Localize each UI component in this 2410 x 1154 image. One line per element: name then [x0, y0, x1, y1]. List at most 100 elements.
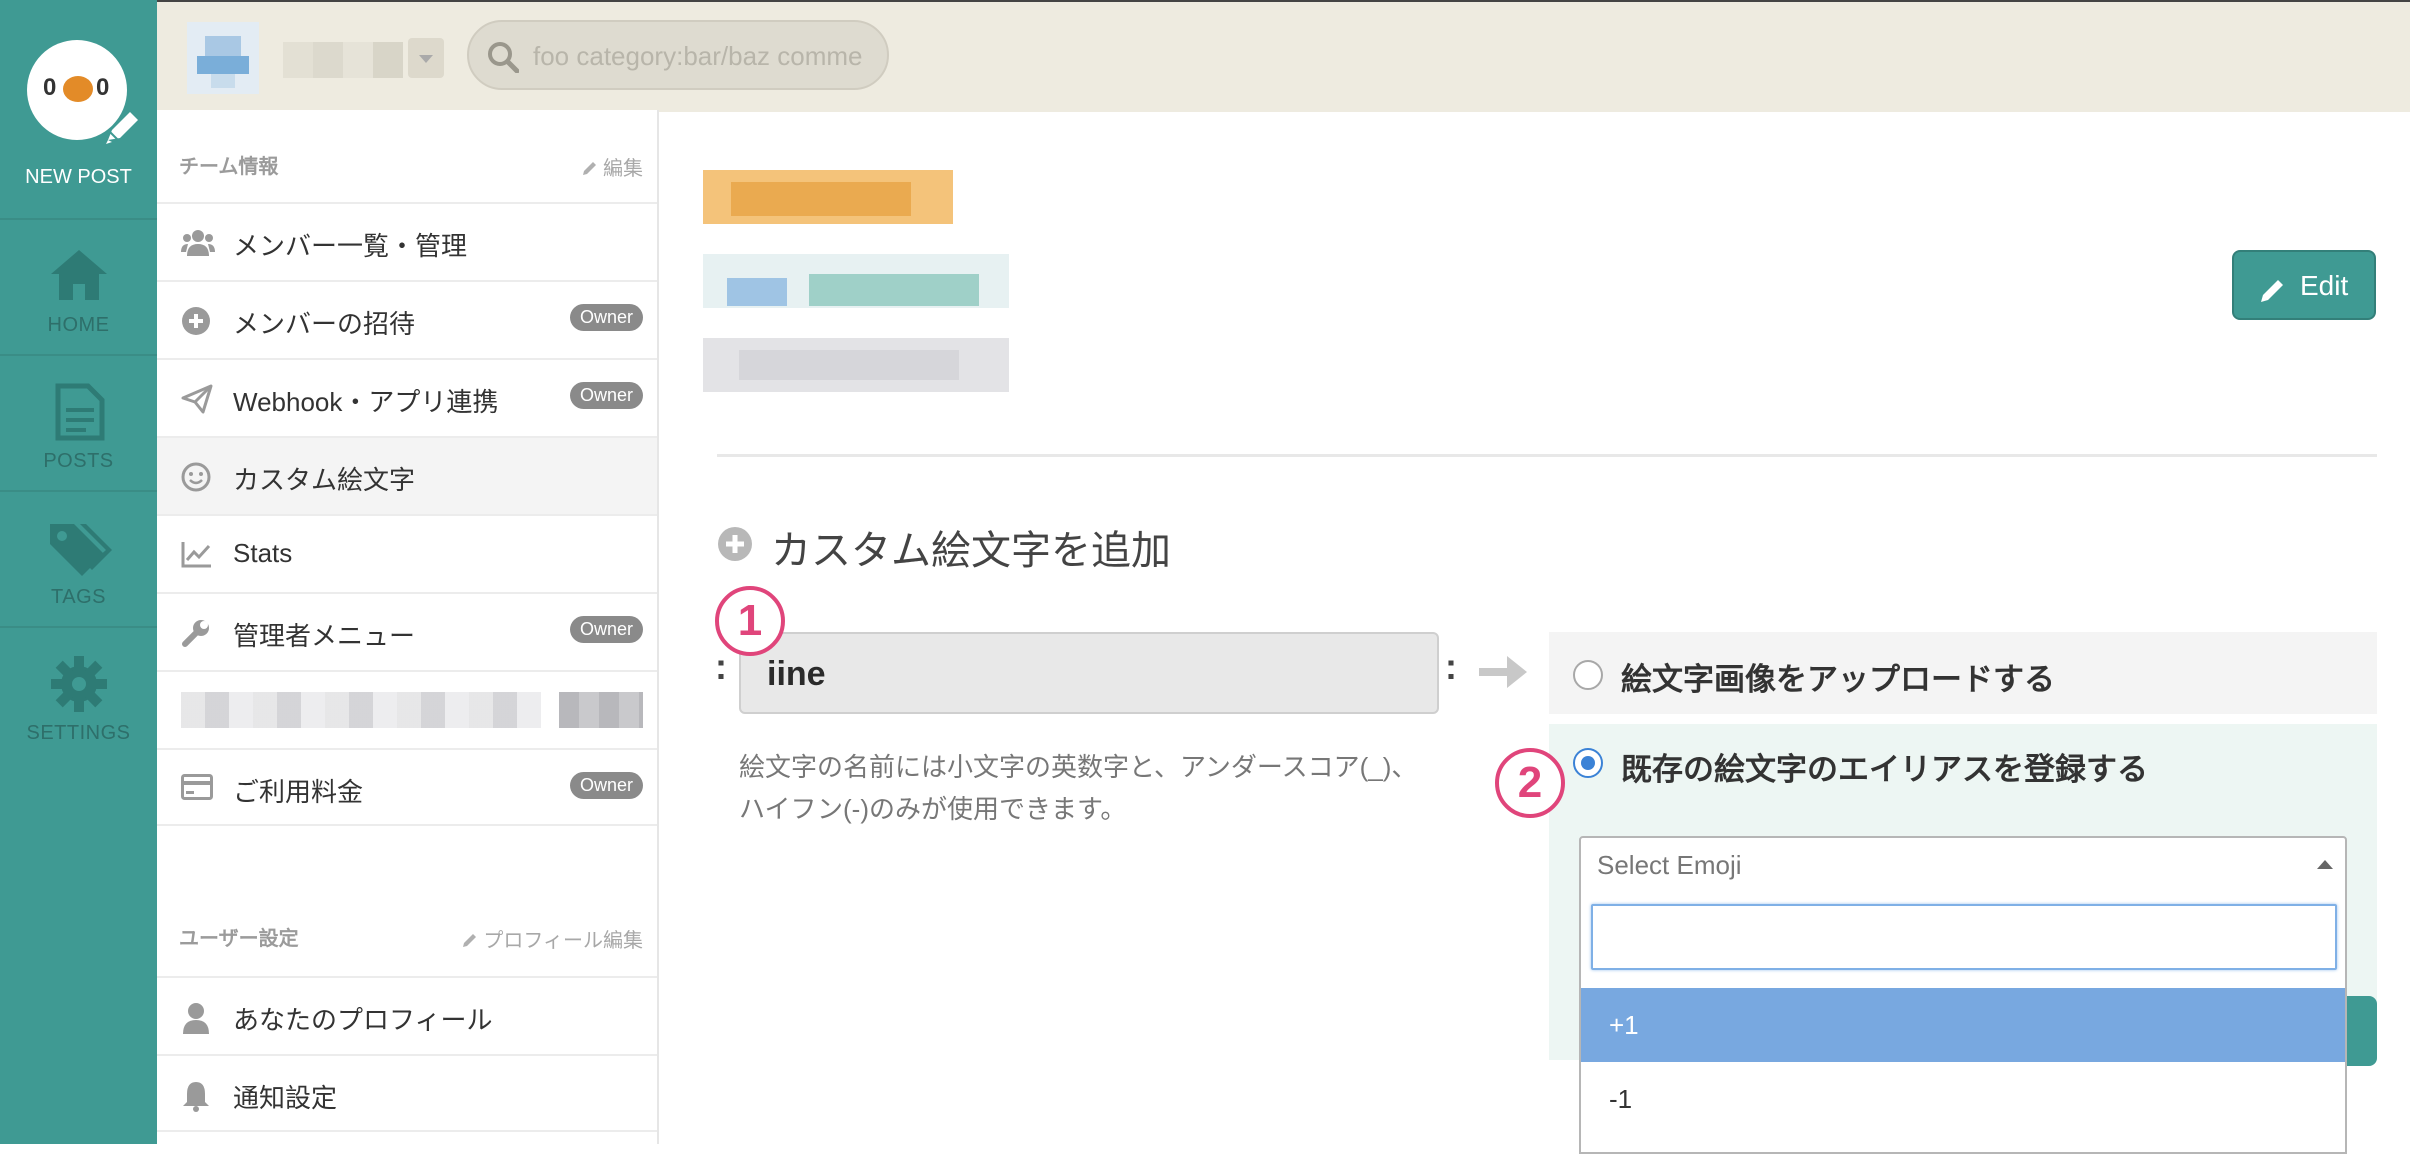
- redacted-label: [181, 692, 541, 728]
- radio-alias[interactable]: [1573, 748, 1603, 778]
- document-icon: [52, 382, 106, 442]
- emoji-name-helper-text: 絵文字の名前には小文字の英数字と、アンダースコア(_)、ハイフン(-)のみが使用…: [739, 752, 1418, 824]
- logo-text-left: 0: [43, 74, 57, 101]
- step-2-number: 2: [1517, 758, 1543, 807]
- rail-tags[interactable]: TAGS: [0, 490, 157, 626]
- sidebar-item-redacted[interactable]: [157, 670, 657, 748]
- section-divider: [717, 454, 2377, 457]
- user-settings-heading: ユーザー設定: [179, 928, 299, 950]
- team-edit-link[interactable]: 編集: [581, 152, 643, 181]
- owner-badge: Owner: [569, 382, 643, 409]
- plus-circle-icon: [718, 527, 752, 561]
- emoji-search-input[interactable]: [1603, 916, 2307, 958]
- profile-edit-link[interactable]: プロフィール編集: [461, 924, 643, 953]
- sidebar-item-label: あなたのプロフィール: [233, 1005, 493, 1035]
- rail-posts[interactable]: POSTS: [0, 354, 157, 490]
- plus-circle-icon: [181, 306, 211, 336]
- step-2-marker: 2: [1495, 748, 1565, 818]
- step-1-number: 1: [737, 596, 763, 645]
- option-upload-row[interactable]: 絵文字画像をアップロードする: [1549, 632, 2377, 714]
- emoji-dropdown: +1 -1: [1579, 892, 2347, 1154]
- emoji-select-placeholder: Select Emoji: [1597, 850, 1742, 880]
- sidebar-item-label: Stats: [233, 538, 293, 568]
- rail-home-label: HOME: [47, 314, 110, 336]
- sidebar-item-stats[interactable]: Stats: [157, 514, 657, 592]
- team-edit-label: 編集: [603, 158, 643, 180]
- caret-up-icon: [2317, 860, 2333, 869]
- edit-button-label: Edit: [2300, 270, 2349, 301]
- colon-right: :: [1445, 646, 1457, 687]
- team-name-blurred[interactable]: [283, 42, 403, 78]
- left-rail: 0 0 NEW POST HOME POSTS TAGS SETTINGS: [0, 0, 157, 1144]
- sidebar-item-invite[interactable]: メンバーの招待 Owner: [157, 280, 657, 358]
- search-input[interactable]: [531, 36, 865, 76]
- users-icon: [181, 228, 215, 258]
- sidebar-item-profile[interactable]: あなたのプロフィール: [157, 976, 657, 1054]
- dropdown-option-label: -1: [1609, 1084, 1633, 1114]
- sidebar-item-custom-emoji[interactable]: カスタム絵文字: [157, 436, 657, 514]
- sidebar-item-webhook[interactable]: Webhook・アプリ連携 Owner: [157, 358, 657, 436]
- home-icon: [47, 246, 111, 302]
- dropdown-option[interactable]: +1: [1581, 988, 2345, 1062]
- sidebar-item-label: メンバーの招待: [233, 309, 416, 339]
- team-info-heading: チーム情報: [179, 156, 279, 178]
- sidebar-item-notifications[interactable]: 通知設定: [157, 1054, 657, 1132]
- new-post-label[interactable]: NEW POST: [0, 166, 157, 189]
- colon-left: :: [715, 646, 727, 687]
- sidebar-item-label: 管理者メニュー: [233, 621, 416, 651]
- sidebar-item-admin-menu[interactable]: 管理者メニュー Owner: [157, 592, 657, 670]
- owner-badge: Owner: [569, 772, 643, 799]
- logo-text-right: 0: [96, 74, 110, 101]
- owner-badge: Owner: [569, 616, 643, 643]
- bell-icon: [181, 1080, 211, 1112]
- paper-plane-icon: [181, 384, 213, 414]
- rail-home[interactable]: HOME: [0, 218, 157, 354]
- new-post-pencil-icon[interactable]: [100, 104, 144, 148]
- search-bar[interactable]: [467, 20, 889, 90]
- team-switcher-caret-icon[interactable]: [408, 38, 444, 78]
- sidebar-item-label: ご利用料金: [233, 777, 364, 807]
- redacted-badge: [559, 692, 643, 728]
- line-chart-icon: [181, 540, 213, 568]
- smiley-icon: [181, 462, 211, 492]
- settings-sidebar: チーム情報 編集 メンバー一覧・管理 メンバーの招待 Owner Webhook…: [157, 110, 659, 1144]
- add-emoji-heading-text: カスタム絵文字を追加: [771, 529, 1171, 573]
- wrench-icon: [181, 618, 211, 648]
- sidebar-item-members[interactable]: メンバー一覧・管理: [157, 202, 657, 280]
- logo-dot: [63, 76, 93, 102]
- pencil-icon: [463, 934, 477, 947]
- gear-icon: [49, 654, 109, 714]
- sidebar-item-label: 通知設定: [233, 1083, 338, 1113]
- emoji-search-field[interactable]: [1591, 904, 2337, 970]
- sidebar-item-label: メンバー一覧・管理: [233, 231, 468, 261]
- emoji-select[interactable]: Select Emoji: [1579, 836, 2347, 894]
- owner-badge: Owner: [569, 304, 643, 331]
- emoji-name-field[interactable]: [739, 632, 1439, 714]
- user-icon: [181, 1002, 211, 1034]
- rail-posts-label: POSTS: [43, 450, 114, 472]
- main-content: Edit カスタム絵文字を追加 : : 1 絵文字の名前には小文字の英数字と、ア…: [659, 110, 2410, 1154]
- rail-tags-label: TAGS: [51, 586, 106, 608]
- emoji-name-input[interactable]: [765, 650, 1409, 698]
- credit-card-icon: [181, 774, 213, 800]
- top-bar: [157, 0, 2410, 112]
- rail-settings[interactable]: SETTINGS: [0, 626, 157, 762]
- search-icon: [487, 41, 519, 73]
- tag-icon: [46, 518, 112, 576]
- sidebar-item-billing[interactable]: ご利用料金 Owner: [157, 748, 657, 826]
- rail-settings-label: SETTINGS: [26, 722, 131, 744]
- pencil-icon: [2261, 280, 2283, 302]
- team-avatar[interactable]: [187, 22, 259, 94]
- option-alias-label[interactable]: 既存の絵文字のエイリアスを登録する: [1621, 744, 2148, 789]
- step-1-marker: 1: [715, 586, 785, 656]
- arrow-right-icon: [1475, 644, 1531, 700]
- dropdown-option-label: +1: [1609, 1010, 1639, 1040]
- sidebar-item-label: Webhook・アプリ連携: [233, 387, 499, 417]
- dropdown-option[interactable]: -1: [1581, 1062, 2345, 1136]
- profile-edit-label: プロフィール編集: [483, 930, 643, 952]
- option-upload-label[interactable]: 絵文字画像をアップロードする: [1621, 654, 2055, 699]
- sidebar-item-label: カスタム絵文字: [233, 465, 416, 495]
- edit-button[interactable]: Edit: [2232, 250, 2376, 320]
- pencil-icon: [583, 162, 596, 175]
- radio-upload[interactable]: [1573, 660, 1603, 690]
